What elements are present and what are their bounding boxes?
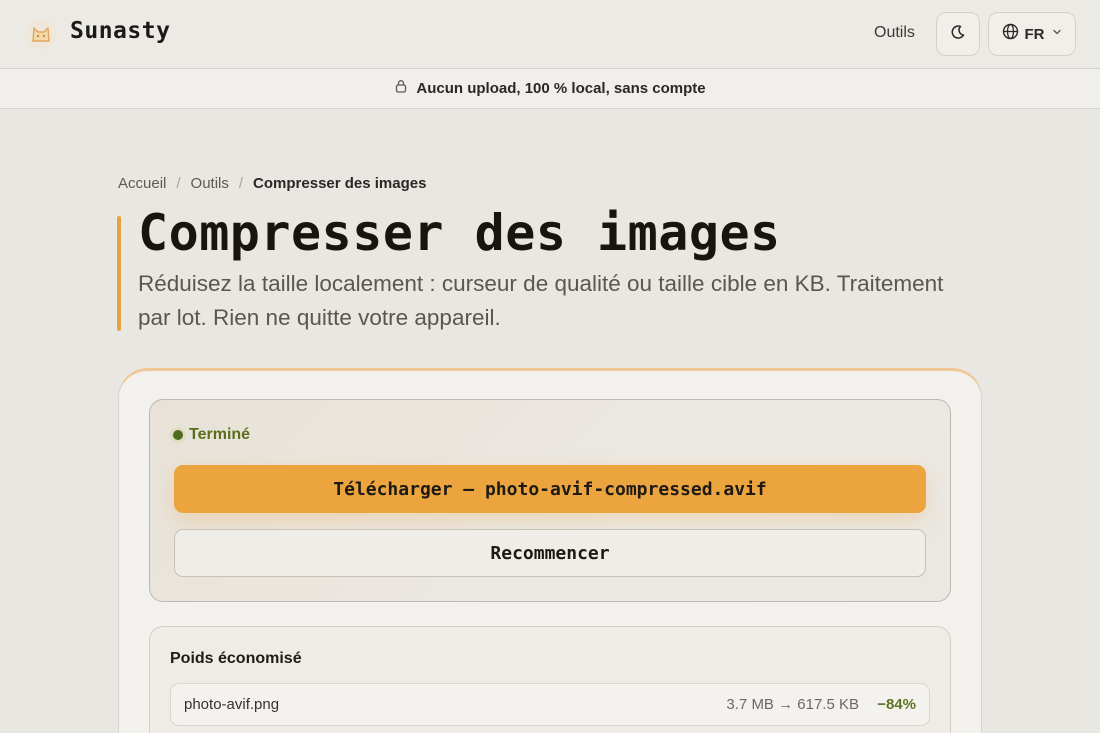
file-row: photo-avif.png 3.7 MB → 617.5 KB −84% bbox=[170, 683, 930, 726]
breadcrumb: Accueil / Outils / Compresser des images bbox=[118, 175, 426, 192]
language-select[interactable]: FR bbox=[988, 12, 1076, 56]
status-indicator: Terminé bbox=[173, 426, 250, 444]
hero-accent-bar bbox=[117, 216, 121, 331]
breadcrumb-home[interactable]: Accueil bbox=[118, 175, 166, 192]
chevron-down-icon bbox=[1051, 25, 1063, 43]
download-button[interactable]: Télécharger — photo-avif-compressed.avif bbox=[174, 465, 926, 513]
top-navbar: Sunasty Outils FR bbox=[0, 0, 1100, 68]
page-subtitle: Réduisez la taille localement : curseur … bbox=[138, 271, 944, 330]
lock-icon bbox=[394, 79, 408, 98]
breadcrumb-tools[interactable]: Outils bbox=[191, 175, 229, 192]
file-savings-percent: −84% bbox=[877, 696, 916, 713]
breadcrumb-separator: / bbox=[176, 175, 181, 192]
status-dot-icon bbox=[173, 430, 183, 440]
page-title: Compresser des images bbox=[138, 204, 781, 262]
brand-name[interactable]: Sunasty bbox=[70, 18, 170, 44]
moon-icon bbox=[950, 24, 966, 45]
privacy-banner: Aucun upload, 100 % local, sans compte bbox=[0, 68, 1100, 109]
breadcrumb-current: Compresser des images bbox=[253, 175, 427, 192]
file-name: photo-avif.png bbox=[184, 696, 280, 713]
breadcrumb-separator: / bbox=[238, 175, 244, 192]
nav-link-tools[interactable]: Outils bbox=[874, 24, 915, 42]
cat-logo-icon[interactable] bbox=[24, 17, 58, 51]
restart-button[interactable]: Recommencer bbox=[174, 529, 926, 577]
banner-text: Aucun upload, 100 % local, sans compte bbox=[416, 80, 706, 97]
globe-icon bbox=[1002, 23, 1019, 45]
file-sizes: 3.7 MB → 617.5 KB bbox=[726, 696, 859, 713]
status-text: Terminé bbox=[189, 426, 251, 443]
theme-toggle-button[interactable] bbox=[936, 12, 980, 56]
language-label: FR bbox=[1024, 25, 1045, 43]
savings-title: Poids économisé bbox=[170, 650, 302, 667]
